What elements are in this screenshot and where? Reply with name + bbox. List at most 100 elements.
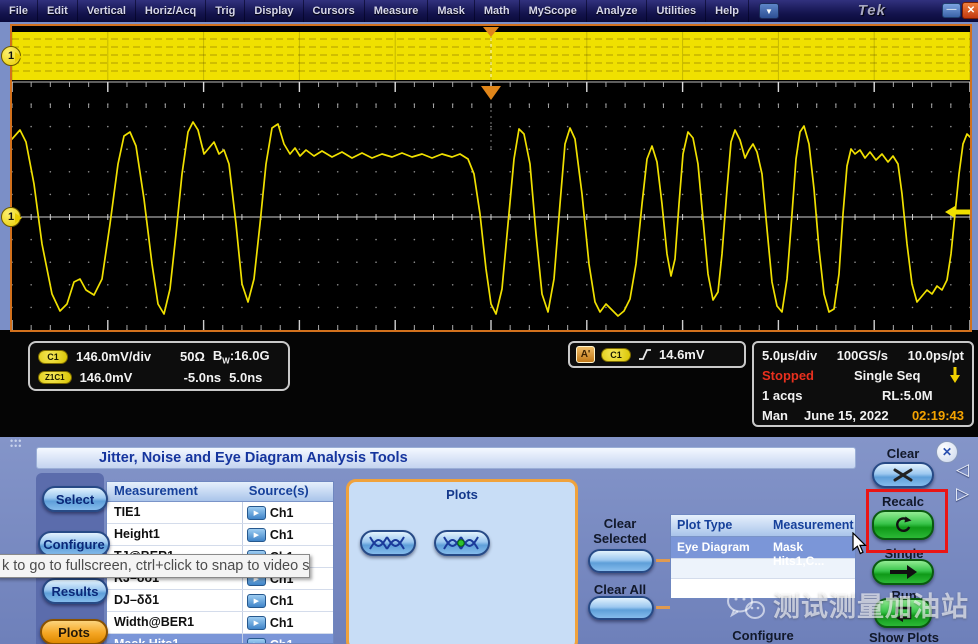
run-loop-icon bbox=[893, 604, 913, 622]
clear-action-label: Clear bbox=[872, 446, 934, 461]
trigger-mode: Man bbox=[762, 408, 804, 423]
run-button[interactable] bbox=[874, 598, 932, 628]
select-button[interactable]: Select bbox=[42, 486, 108, 512]
source-arrow-button[interactable]: ▶ bbox=[247, 638, 266, 644]
scope-canvas bbox=[12, 26, 970, 330]
eye-diagram-plot-button[interactable] bbox=[360, 530, 416, 556]
plot-table-empty-row bbox=[671, 578, 855, 598]
source-arrow-button[interactable]: ▶ bbox=[247, 616, 266, 630]
source-arrow-button[interactable]: ▶ bbox=[247, 506, 266, 520]
waveform-display bbox=[10, 24, 972, 332]
table-row[interactable]: DJ–δδ1 ▶Ch1 bbox=[107, 590, 333, 612]
clear-action-button[interactable] bbox=[872, 462, 934, 488]
ch1-termination: 50Ω bbox=[180, 349, 205, 364]
table-row[interactable]: Height1 ▶Ch1 bbox=[107, 524, 333, 546]
plot-table-header: Plot Type Measurement bbox=[671, 515, 855, 537]
jitter-analysis-panel: •••••• Jitter, Noise and Eye Diagram Ana… bbox=[0, 437, 978, 644]
zoom-scale: 146.0mV bbox=[80, 370, 176, 385]
menu-edit[interactable]: Edit bbox=[38, 0, 78, 22]
menu-measure[interactable]: Measure bbox=[365, 0, 429, 22]
menu-cursors[interactable]: Cursors bbox=[304, 0, 365, 22]
acq-state: Stopped bbox=[762, 368, 854, 383]
menu-trig[interactable]: Trig bbox=[206, 0, 245, 22]
connector-line bbox=[656, 559, 670, 562]
recalc-icon bbox=[893, 515, 913, 535]
eye-diagram-icon bbox=[368, 534, 408, 552]
menu-utilities[interactable]: Utilities bbox=[647, 0, 706, 22]
acq-count: 1 acqs bbox=[762, 388, 882, 403]
oscilloscope-app: { "menu": { "items": ["File","Edit","Ver… bbox=[0, 0, 978, 644]
vertical-readout-box: C1 146.0mV/div 50Ω BW:16.0G Z1C1 146.0mV… bbox=[28, 341, 290, 391]
table-row-selected[interactable]: Mask Hits1 ▶Ch1 bbox=[107, 634, 333, 644]
ch1-bandwidth: BW:16.0G bbox=[213, 348, 270, 366]
channel1-overview-marker[interactable]: 1 bbox=[1, 46, 21, 66]
plot-list-table: Plot Type Measurement Eye Diagram Mask H… bbox=[670, 514, 856, 599]
panel-title: Jitter, Noise and Eye Diagram Analysis T… bbox=[36, 447, 856, 469]
menu-display[interactable]: Display bbox=[245, 0, 303, 22]
nav-next-icon[interactable]: ▷ bbox=[956, 484, 969, 504]
plot-table-row-selected[interactable]: Eye Diagram Mask Hits1,C... bbox=[671, 537, 855, 558]
clear-selected-button[interactable] bbox=[588, 549, 654, 573]
nav-prev-icon[interactable]: ◁ bbox=[956, 460, 969, 480]
waveform-plot-icon bbox=[442, 534, 482, 552]
date-display: June 15, 2022 bbox=[804, 408, 889, 423]
trigger-readout-box: A' C1 14.6mV bbox=[568, 341, 746, 368]
zoom-window-end: 5.0ns bbox=[229, 370, 262, 385]
zoom1-badge[interactable]: Z1C1 bbox=[38, 371, 72, 384]
plots-group-title: Plots bbox=[349, 487, 575, 502]
table-row[interactable]: TIE1 ▶Ch1 bbox=[107, 502, 333, 524]
results-button[interactable]: Results bbox=[42, 578, 108, 604]
menu-dropdown-button[interactable]: ▼ bbox=[759, 3, 779, 19]
chevron-down-icon: ▼ bbox=[765, 7, 773, 16]
connector-line bbox=[656, 606, 670, 609]
trigger-source-badge[interactable]: C1 bbox=[601, 348, 631, 362]
horizontal-readout-box: 5.0µs/div 100GS/s 10.0ps/pt Stopped Sing… bbox=[752, 341, 974, 427]
menu-vertical[interactable]: Vertical bbox=[78, 0, 136, 22]
sample-rate: 100GS/s bbox=[837, 348, 908, 363]
close-button[interactable]: ✕ bbox=[962, 2, 978, 19]
plot-table-empty-row bbox=[671, 558, 855, 578]
clear-selected-label: Clear Selected bbox=[586, 516, 654, 546]
configure-plot-label: Configure bbox=[670, 628, 856, 643]
menu-file[interactable]: File bbox=[0, 0, 38, 22]
channel1-reference-marker[interactable]: 1 bbox=[1, 207, 21, 227]
resolution: 10.0ps/pt bbox=[908, 348, 964, 363]
menu-myscope[interactable]: MyScope bbox=[520, 0, 587, 22]
rising-edge-icon bbox=[637, 347, 653, 362]
channel1-badge[interactable]: C1 bbox=[38, 350, 68, 364]
source-arrow-button[interactable]: ▶ bbox=[247, 594, 266, 608]
menu-analyze[interactable]: Analyze bbox=[587, 0, 648, 22]
recalc-button[interactable] bbox=[872, 510, 934, 540]
menu-mask[interactable]: Mask bbox=[428, 0, 475, 22]
measurement-table-header: Measurement Source(s) bbox=[107, 482, 333, 502]
plots-button[interactable]: Plots bbox=[40, 619, 108, 644]
show-plots-label: Show Plots bbox=[868, 630, 940, 644]
waveform-plot-button[interactable] bbox=[434, 530, 490, 556]
clear-all-button[interactable] bbox=[588, 596, 654, 620]
record-length: RL:5.0M bbox=[882, 388, 933, 403]
single-arrow-icon bbox=[888, 565, 918, 579]
minimize-button[interactable]: — bbox=[942, 3, 961, 18]
temperature-icon bbox=[950, 366, 960, 384]
tek-logo: Tek bbox=[858, 2, 886, 19]
menu-bar: File Edit Vertical Horiz/Acq Trig Displa… bbox=[0, 0, 978, 22]
panel-grip[interactable]: •••••• bbox=[10, 439, 22, 449]
timebase: 5.0µs/div bbox=[762, 348, 837, 363]
panel-close-button[interactable]: ✕ bbox=[936, 441, 958, 463]
menu-help[interactable]: Help bbox=[706, 0, 749, 22]
trigger-level: 14.6mV bbox=[659, 347, 705, 362]
table-row[interactable]: Width@BER1 ▶Ch1 bbox=[107, 612, 333, 634]
time-display: 02:19:43 bbox=[912, 408, 964, 423]
trigger-a-badge[interactable]: A' bbox=[576, 346, 595, 363]
plots-group-box: Plots bbox=[346, 479, 578, 644]
fullscreen-tooltip: k to go to fullscreen, ctrl+click to sna… bbox=[0, 554, 310, 578]
clear-x-icon bbox=[892, 468, 914, 482]
source-arrow-button[interactable]: ▶ bbox=[247, 528, 266, 542]
single-button[interactable] bbox=[872, 559, 934, 585]
menu-math[interactable]: Math bbox=[475, 0, 520, 22]
zoom-window-start: -5.0ns bbox=[184, 370, 222, 385]
clear-all-label: Clear All bbox=[586, 582, 654, 597]
ch1-scale: 146.0mV/div bbox=[76, 349, 172, 364]
acq-mode: Single Seq bbox=[854, 368, 920, 383]
menu-horiz-acq[interactable]: Horiz/Acq bbox=[136, 0, 206, 22]
